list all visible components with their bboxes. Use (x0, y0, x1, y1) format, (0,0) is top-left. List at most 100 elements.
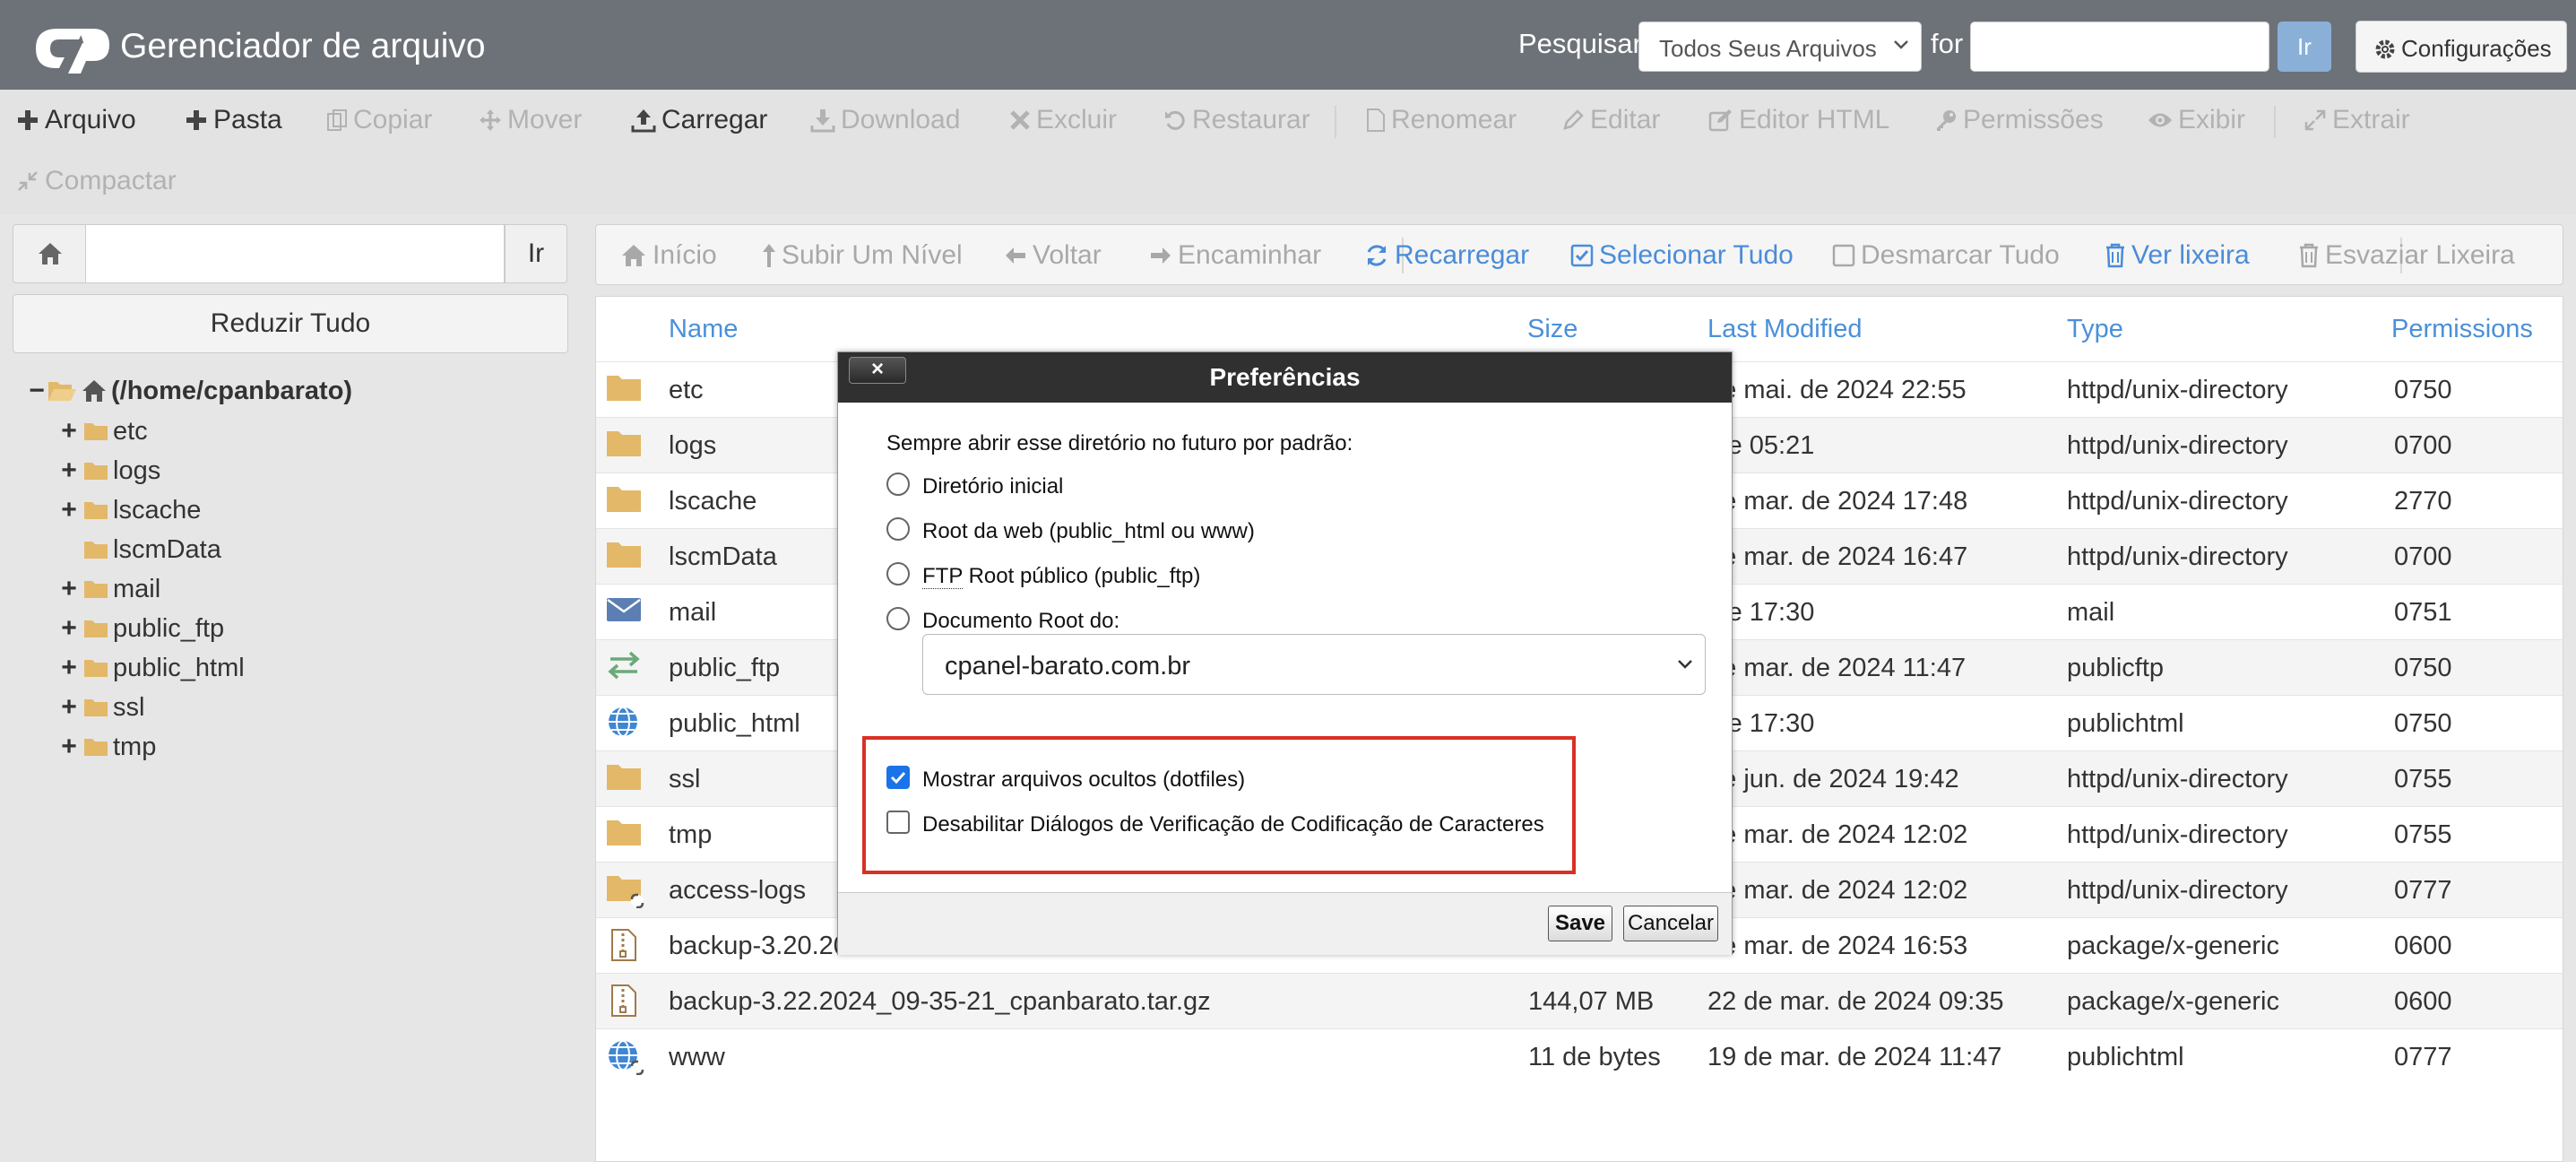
collapse-all-button[interactable]: Reduzir Tudo (13, 294, 568, 353)
column-header-name[interactable]: Name (669, 315, 738, 344)
expand-toggle[interactable]: + (59, 455, 79, 486)
domain-select[interactable]: cpanel-barato.com.br (922, 634, 1706, 695)
table-row[interactable]: backup-3.22.2024_09-35-21_cpanbarato.tar… (596, 973, 2563, 1028)
sidebar-item-public-html[interactable]: + public_html (59, 650, 244, 686)
expand-toggle[interactable]: + (59, 416, 79, 447)
archive-icon (605, 984, 643, 1018)
file-modified: de mar. de 2024 12:02 (1707, 876, 1968, 905)
sidebar-go-button[interactable]: Ir (505, 224, 567, 283)
file-permissions: 0751 (2394, 598, 2452, 627)
table-row[interactable]: www 11 de bytes 19 de mar. de 2024 11:47 pu… (596, 1028, 2563, 1084)
home-icon (620, 243, 647, 268)
radio-ftp-root[interactable] (886, 562, 910, 585)
folder-icon (82, 460, 109, 481)
expand-toggle[interactable]: + (59, 574, 79, 604)
new-file-button[interactable]: Arquivo (16, 105, 136, 135)
up-level-button[interactable]: Subir Um Nível (762, 240, 963, 271)
sidebar-item-public-ftp[interactable]: + public_ftp (59, 611, 224, 646)
arrow-right-icon (1149, 246, 1172, 265)
radio-web-root[interactable] (886, 517, 910, 541)
copy-button[interactable]: Copiar (326, 105, 432, 135)
search-scope-select[interactable]: Todos Seus Arquivos (1638, 22, 1922, 72)
column-header-size[interactable]: Size (1527, 315, 1578, 344)
eye-icon (2148, 110, 2173, 130)
disable-charset-checkbox[interactable] (886, 811, 910, 834)
sidebar-item-tmp[interactable]: + tmp (59, 729, 156, 765)
sidebar-item-etc[interactable]: + etc (59, 413, 147, 449)
column-header-permissions[interactable]: Permissions (2391, 315, 2533, 344)
radio-doc-root[interactable] (886, 607, 910, 630)
folder-link-icon (605, 872, 646, 908)
column-header-type[interactable]: Type (2067, 315, 2123, 344)
permissions-button[interactable]: Permissões (1934, 105, 2104, 135)
file-permissions: 0777 (2394, 1043, 2452, 1071)
cancel-button[interactable]: Cancelar (1623, 906, 1718, 941)
restore-button[interactable]: Restaurar (1163, 105, 1310, 135)
expand-toggle[interactable]: + (59, 692, 79, 723)
folder-icon (605, 761, 643, 792)
sidebar-item-ssl[interactable]: + ssl (59, 689, 144, 725)
sidebar-item-logs[interactable]: + logs (59, 453, 160, 489)
expand-toggle[interactable]: + (59, 613, 79, 644)
download-button[interactable]: Download (810, 105, 960, 135)
file-type: httpd/unix-directory (2067, 765, 2288, 793)
file-modified: de mar. de 2024 16:53 (1707, 932, 1968, 960)
edit-box-icon (1708, 108, 1733, 132)
envelope-icon (605, 594, 643, 625)
extract-button[interactable]: Extrair (2304, 105, 2410, 135)
deselect-all-button[interactable]: Desmarcar Tudo (1832, 240, 2060, 271)
reload-button[interactable]: Recarregar (1364, 240, 1529, 271)
select-all-button[interactable]: Selecionar Tudo (1570, 240, 1794, 271)
sidebar-path-input[interactable] (86, 224, 505, 283)
search-scope-value: Todos Seus Arquivos (1659, 35, 1877, 62)
file-name: backup-3.22.2024_09-35-21_cpanbarato.tar… (669, 987, 1211, 1016)
radio-home-dir-label: Diretório inicial (922, 474, 1064, 499)
compress-button[interactable]: Compactar (16, 166, 177, 196)
radio-home-dir[interactable] (886, 473, 910, 496)
expand-toggle[interactable]: + (59, 653, 79, 683)
chevron-down-icon (1892, 39, 1910, 51)
file-permissions: 0755 (2394, 765, 2452, 793)
move-button[interactable]: Mover (479, 105, 582, 135)
file-modified: de mar. de 2024 16:47 (1707, 542, 1968, 571)
home-icon (37, 241, 64, 266)
home-nav-button[interactable]: Início (620, 240, 717, 271)
search-go-button[interactable]: Ir (2278, 22, 2331, 72)
search-input[interactable] (1970, 22, 2269, 72)
sidebar-item-label: public_ftp (113, 613, 225, 643)
top-header: Gerenciador de arquivo Pesquisar Todos S… (0, 0, 2576, 90)
sidebar-item-lscache[interactable]: + lscache (59, 492, 201, 528)
for-label: for (1931, 28, 1964, 59)
dialog-close-button[interactable]: × (849, 357, 906, 384)
view-button[interactable]: Exibir (2148, 105, 2245, 135)
tree-root[interactable]: − (/home/cpanbarato) (27, 373, 352, 409)
forward-button[interactable]: Encaminhar (1149, 240, 1321, 271)
show-hidden-checkbox[interactable] (886, 766, 910, 789)
new-folder-button[interactable]: Pasta (185, 105, 282, 135)
settings-button[interactable]: Configurações (2356, 21, 2567, 73)
expand-toggle[interactable]: + (59, 732, 79, 762)
column-header-modified[interactable]: Last Modified (1707, 315, 1863, 344)
rename-button[interactable]: Renomear (1366, 105, 1517, 135)
file-name: www (669, 1043, 725, 1071)
collapse-toggle[interactable]: − (27, 376, 47, 406)
file-permissions: 0700 (2394, 542, 2452, 571)
sidebar-item-lscmdata[interactable]: lscmData (59, 532, 221, 568)
back-button[interactable]: Voltar (1004, 240, 1102, 271)
expand-toggle[interactable]: + (59, 495, 79, 525)
delete-button[interactable]: Excluir (1009, 105, 1117, 135)
folder-icon (82, 697, 109, 718)
back-label: Voltar (1033, 240, 1102, 270)
cpanel-logo[interactable] (30, 20, 113, 77)
html-editor-button[interactable]: Editor HTML (1708, 105, 1889, 135)
file-name: backup-3.20.20 (669, 932, 848, 960)
move-label: Mover (507, 105, 583, 134)
sidebar-home-button[interactable] (13, 224, 86, 283)
empty-trash-button[interactable]: Esvaziar Lixeira (2298, 240, 2515, 271)
view-trash-button[interactable]: Ver lixeira (2105, 240, 2250, 271)
upload-button[interactable]: Carregar (631, 105, 767, 135)
edit-button[interactable]: Editar (1561, 105, 1660, 135)
save-button[interactable]: Save (1548, 906, 1612, 941)
compress-label: Compactar (45, 166, 177, 195)
sidebar-item-mail[interactable]: + mail (59, 571, 160, 607)
